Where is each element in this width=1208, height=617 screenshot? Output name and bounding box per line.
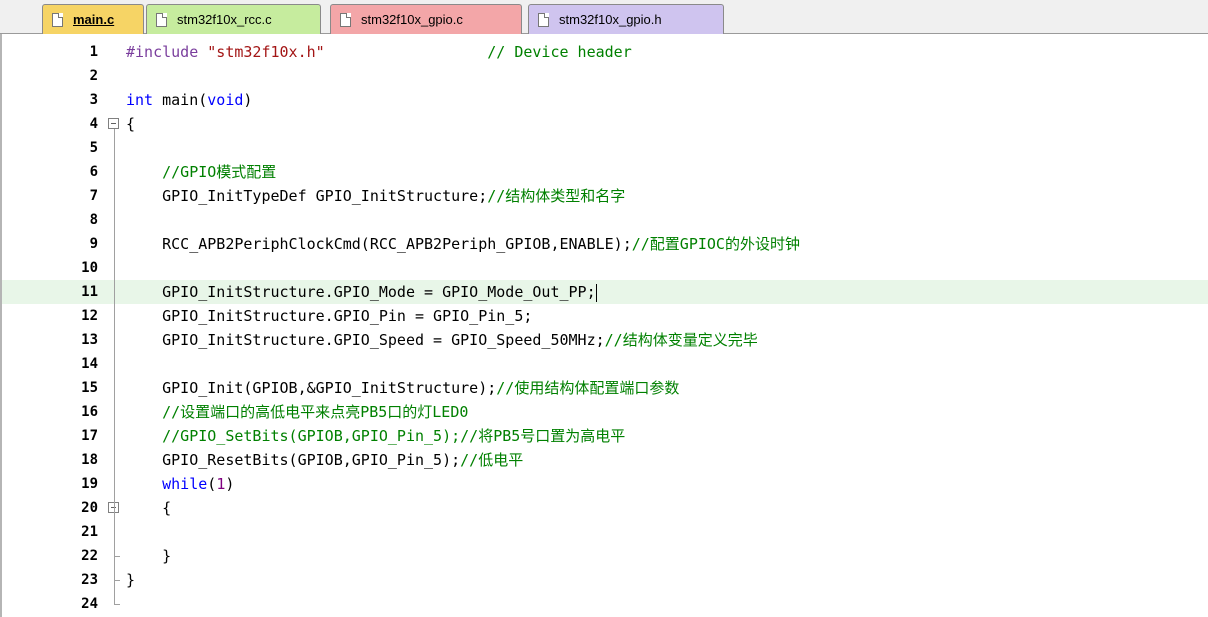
tab-main-c[interactable]: main.c <box>42 4 144 34</box>
code-text[interactable]: //GPIO_SetBits(GPIOB,GPIO_Pin_5);//将PB5号… <box>126 424 625 448</box>
line-number: 4 <box>89 116 98 132</box>
code-text[interactable]: GPIO_InitStructure.GPIO_Speed = GPIO_Spe… <box>126 328 758 352</box>
line-number: 16 <box>81 404 98 420</box>
line-number: 15 <box>81 380 98 396</box>
file-icon <box>340 12 351 27</box>
code-editor[interactable]: 1 #include "stm32f10x.h" // Device header… <box>0 34 1208 617</box>
code-line[interactable]: 16 //设置端口的高低电平来点亮PB5口的灯LED0 <box>2 400 1208 424</box>
line-number: 8 <box>89 212 98 228</box>
code-text[interactable]: int main(void) <box>126 88 252 112</box>
tab-stm32f10x-rcc-c[interactable]: stm32f10x_rcc.c <box>146 4 321 34</box>
fold-end-marker <box>114 604 120 605</box>
line-number: 2 <box>89 68 98 84</box>
file-icon <box>52 12 63 27</box>
line-number: 11 <box>81 284 98 300</box>
code-text[interactable]: { <box>126 496 171 520</box>
code-line[interactable]: 2 <box>2 64 1208 88</box>
code-text[interactable]: //设置端口的高低电平来点亮PB5口的灯LED0 <box>126 400 468 424</box>
editor-tab-bar: main.c stm32f10x_rcc.c stm32f10x_gpio.c … <box>0 0 1208 34</box>
code-text[interactable]: #include "stm32f10x.h" // Device header <box>126 40 632 64</box>
code-text[interactable]: } <box>126 568 135 592</box>
line-number: 20 <box>81 500 98 516</box>
code-line[interactable]: 15 GPIO_Init(GPIOB,&GPIO_InitStructure);… <box>2 376 1208 400</box>
line-number: 17 <box>81 428 98 444</box>
code-line[interactable]: 7 GPIO_InitTypeDef GPIO_InitStructure;//… <box>2 184 1208 208</box>
code-line[interactable]: 11 GPIO_InitStructure.GPIO_Mode = GPIO_M… <box>2 280 1208 304</box>
code-text[interactable]: { <box>126 112 135 136</box>
line-number: 21 <box>81 524 98 540</box>
line-number: 23 <box>81 572 98 588</box>
code-line[interactable]: 6 //GPIO模式配置 <box>2 160 1208 184</box>
line-number: 24 <box>81 596 98 612</box>
line-number: 1 <box>89 44 98 60</box>
line-number: 7 <box>89 188 98 204</box>
code-text[interactable]: GPIO_Init(GPIOB,&GPIO_InitStructure);//使… <box>126 376 679 400</box>
line-number: 18 <box>81 452 98 468</box>
code-text[interactable]: GPIO_InitStructure.GPIO_Mode = GPIO_Mode… <box>126 280 597 304</box>
code-line[interactable]: 24 <box>2 592 1208 616</box>
code-text[interactable]: GPIO_ResetBits(GPIOB,GPIO_Pin_5);//低电平 <box>126 448 523 472</box>
code-text[interactable]: //GPIO模式配置 <box>126 160 276 184</box>
code-text[interactable]: GPIO_InitStructure.GPIO_Pin = GPIO_Pin_5… <box>126 304 532 328</box>
code-line[interactable]: 8 <box>2 208 1208 232</box>
text-cursor <box>595 283 597 302</box>
code-line[interactable]: 1 #include "stm32f10x.h" // Device header <box>2 40 1208 64</box>
fold-toggle-icon[interactable] <box>108 118 119 129</box>
fold-guide-line <box>114 580 115 604</box>
line-number: 22 <box>81 548 98 564</box>
tab-label: stm32f10x_gpio.c <box>361 12 463 27</box>
line-number: 19 <box>81 476 98 492</box>
line-number: 10 <box>81 260 98 276</box>
code-line[interactable]: 3 int main(void) <box>2 88 1208 112</box>
tab-stm32f10x-gpio-c[interactable]: stm32f10x_gpio.c <box>330 4 522 34</box>
line-number: 14 <box>81 356 98 372</box>
line-number: 5 <box>89 140 98 156</box>
code-text[interactable]: RCC_APB2PeriphClockCmd(RCC_APB2Periph_GP… <box>126 232 800 256</box>
code-line[interactable]: 13 GPIO_InitStructure.GPIO_Speed = GPIO_… <box>2 328 1208 352</box>
line-number: 3 <box>89 92 98 108</box>
line-number: 13 <box>81 332 98 348</box>
code-line[interactable]: 20 { <box>2 496 1208 520</box>
tab-label: stm32f10x_gpio.h <box>559 12 662 27</box>
code-line[interactable]: 17 //GPIO_SetBits(GPIOB,GPIO_Pin_5);//将P… <box>2 424 1208 448</box>
code-line[interactable]: 21 <box>2 520 1208 544</box>
code-line[interactable]: 18 GPIO_ResetBits(GPIOB,GPIO_Pin_5);//低电… <box>2 448 1208 472</box>
file-icon <box>156 12 167 27</box>
line-number: 6 <box>89 164 98 180</box>
code-line[interactable]: 12 GPIO_InitStructure.GPIO_Pin = GPIO_Pi… <box>2 304 1208 328</box>
code-text[interactable]: while(1) <box>126 472 234 496</box>
code-line[interactable]: 4{ <box>2 112 1208 136</box>
fold-guide-line <box>114 129 115 580</box>
code-line[interactable]: 10 <box>2 256 1208 280</box>
line-number: 9 <box>89 236 98 252</box>
tab-label: main.c <box>73 12 115 27</box>
code-line[interactable]: 19 while(1) <box>2 472 1208 496</box>
code-line[interactable]: 22 } <box>2 544 1208 568</box>
file-icon <box>538 12 549 27</box>
code-line[interactable]: 14 <box>2 352 1208 376</box>
tab-stm32f10x-gpio-h[interactable]: stm32f10x_gpio.h <box>528 4 724 34</box>
code-text[interactable]: GPIO_InitTypeDef GPIO_InitStructure;//结构… <box>126 184 625 208</box>
line-number: 12 <box>81 308 98 324</box>
code-line[interactable]: 9 RCC_APB2PeriphClockCmd(RCC_APB2Periph_… <box>2 232 1208 256</box>
code-line[interactable]: 5 <box>2 136 1208 160</box>
code-line[interactable]: 23} <box>2 568 1208 592</box>
code-text[interactable]: } <box>126 544 171 568</box>
tab-label: stm32f10x_rcc.c <box>177 12 272 27</box>
